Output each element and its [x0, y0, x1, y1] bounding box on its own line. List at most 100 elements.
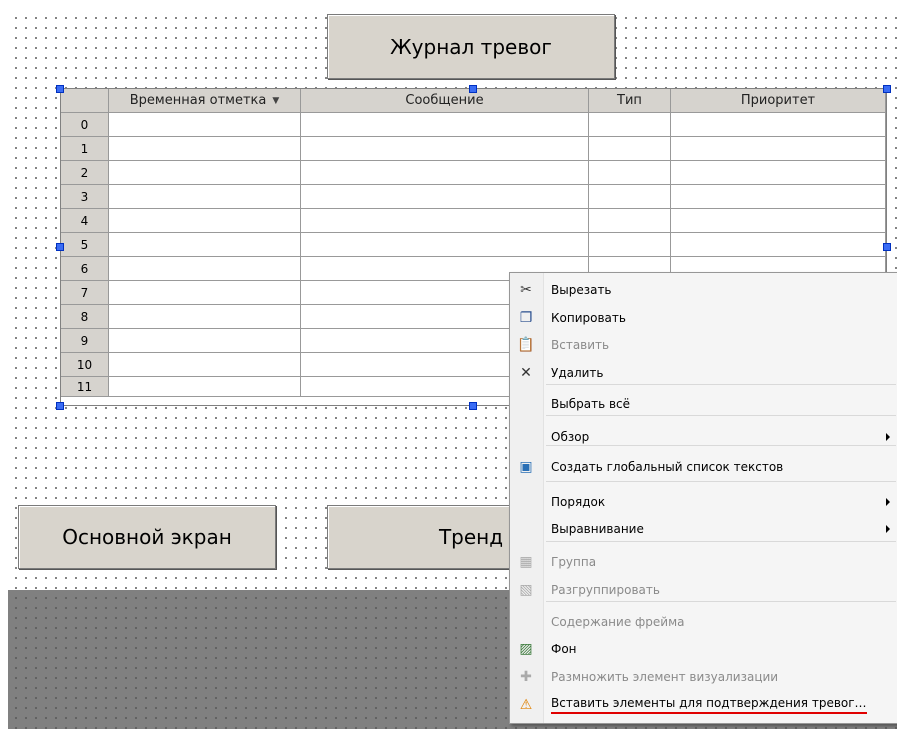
submenu-arrow-icon [886, 433, 890, 441]
context-menu: ✂ Вырезать ❐ Копировать 📋 Вставить ✕ Удалить Выб… [509, 272, 897, 724]
menu-item-label: Выбрать всё [551, 397, 631, 411]
menu-item-5[interactable]: Обзор [510, 424, 897, 450]
column-header-label: Тип [617, 93, 642, 108]
background-icon: ▨ [519, 641, 533, 657]
menu-item-11: Содержание фрейма [510, 609, 897, 635]
cell-message[interactable] [301, 113, 589, 137]
cell-type[interactable] [589, 185, 671, 209]
menu-item-label: Вставить [551, 338, 610, 352]
menu-item-9: ▦ Группа [510, 549, 897, 575]
row-header: 0 [61, 113, 109, 137]
menu-separator [546, 415, 896, 416]
cell-timestamp[interactable] [109, 209, 301, 233]
menu-item-label: Разгруппировать [551, 583, 660, 597]
cell-timestamp[interactable] [109, 233, 301, 257]
menu-item-2: 📋 Вставить [510, 332, 897, 358]
copy-icon: ❐ [519, 310, 533, 326]
cell-timestamp[interactable] [109, 113, 301, 137]
main-screen-button-label: Основной экран [62, 525, 232, 549]
cell-timestamp[interactable] [109, 137, 301, 161]
selection-handle-bottom-left[interactable] [56, 402, 64, 410]
group-icon: ▦ [519, 554, 533, 570]
menu-item-0[interactable]: ✂ Вырезать [510, 277, 897, 303]
submenu-arrow-icon [886, 525, 890, 533]
cell-timestamp[interactable] [109, 305, 301, 329]
column-header-label: Приоритет [740, 93, 816, 108]
row-header: 8 [61, 305, 109, 329]
cell-message[interactable] [301, 161, 589, 185]
cell-timestamp[interactable] [109, 377, 301, 397]
ungroup-icon: ▧ [519, 582, 533, 598]
menu-item-label: Размножить элемент визуализации [551, 670, 779, 684]
cell-priority[interactable] [671, 137, 886, 161]
cell-type[interactable] [589, 113, 671, 137]
menu-item-label: Создать глобальный список текстов [551, 460, 784, 474]
row-header: 6 [61, 257, 109, 281]
scissors-icon: ✂ [520, 282, 532, 298]
cell-priority[interactable] [671, 161, 886, 185]
column-header-label: Сообщение [405, 93, 484, 108]
menu-item-label: Фон [551, 642, 577, 656]
cell-priority[interactable] [671, 233, 886, 257]
selection-handle-middle-left[interactable] [56, 243, 64, 251]
cell-priority[interactable] [671, 185, 886, 209]
menu-item-label: Вырезать [551, 283, 612, 297]
delete-icon: ✕ [520, 365, 532, 381]
cell-timestamp[interactable] [109, 161, 301, 185]
menu-item-1[interactable]: ❐ Копировать [510, 305, 897, 331]
column-header-type[interactable]: Тип [589, 89, 671, 113]
menu-item-label: Выравнивание [551, 522, 644, 536]
selection-handle-bottom-middle[interactable] [469, 402, 477, 410]
menu-item-label: Содержание фрейма [551, 615, 685, 629]
cell-timestamp[interactable] [109, 281, 301, 305]
menu-item-label: Копировать [551, 311, 626, 325]
cell-type[interactable] [589, 137, 671, 161]
menu-separator [546, 384, 896, 385]
menu-item-12[interactable]: ▨ Фон [510, 636, 897, 662]
cell-message[interactable] [301, 137, 589, 161]
cell-type[interactable] [589, 161, 671, 185]
row-header: 4 [61, 209, 109, 233]
menu-item-label: Удалить [551, 366, 604, 380]
row-header: 2 [61, 161, 109, 185]
cell-timestamp[interactable] [109, 185, 301, 209]
menu-separator [546, 601, 896, 602]
multiply-element-icon: ✚ [520, 669, 532, 685]
alarm-log-title-button[interactable]: Журнал тревог [327, 14, 615, 79]
cell-type[interactable] [589, 233, 671, 257]
cell-timestamp[interactable] [109, 257, 301, 281]
cell-message[interactable] [301, 209, 589, 233]
cell-timestamp[interactable] [109, 353, 301, 377]
cell-priority[interactable] [671, 113, 886, 137]
selection-handle-top-right[interactable] [883, 85, 891, 93]
selection-handle-top-left[interactable] [56, 85, 64, 93]
main-screen-button[interactable]: Основной экран [18, 505, 276, 569]
submenu-arrow-icon [886, 498, 890, 506]
selection-handle-top-middle[interactable] [469, 85, 477, 93]
selection-handle-middle-right[interactable] [883, 243, 891, 251]
cell-priority[interactable] [671, 209, 886, 233]
menu-item-8[interactable]: Выравнивание [510, 516, 897, 542]
trend-button-label: Тренд [438, 525, 504, 549]
menu-item-13: ✚ Размножить элемент визуализации [510, 664, 897, 690]
column-header-message[interactable]: Сообщение [301, 89, 589, 113]
cell-type[interactable] [589, 209, 671, 233]
row-header: 3 [61, 185, 109, 209]
column-header-label: Временная отметка [129, 93, 267, 108]
menu-item-4[interactable]: Выбрать всё [510, 391, 897, 417]
menu-item-label: Вставить элементы для подтверждения трев… [551, 696, 867, 714]
cell-message[interactable] [301, 233, 589, 257]
menu-item-14[interactable]: ⚠ Вставить элементы для подтверждения тре… [510, 692, 897, 718]
menu-item-label: Порядок [551, 495, 606, 509]
row-header: 10 [61, 353, 109, 377]
column-header-priority[interactable]: Приоритет [671, 89, 886, 113]
menu-item-label: Обзор [551, 430, 590, 444]
column-header-timestamp[interactable]: Временная отметка ▼ [109, 89, 301, 113]
menu-separator [546, 481, 896, 482]
menu-item-3[interactable]: ✕ Удалить [510, 360, 897, 386]
paste-icon: 📋 [517, 337, 535, 353]
cell-timestamp[interactable] [109, 329, 301, 353]
cell-message[interactable] [301, 185, 589, 209]
menu-item-7[interactable]: Порядок [510, 489, 897, 515]
menu-item-6[interactable]: ▣ Создать глобальный список текстов [510, 454, 897, 480]
